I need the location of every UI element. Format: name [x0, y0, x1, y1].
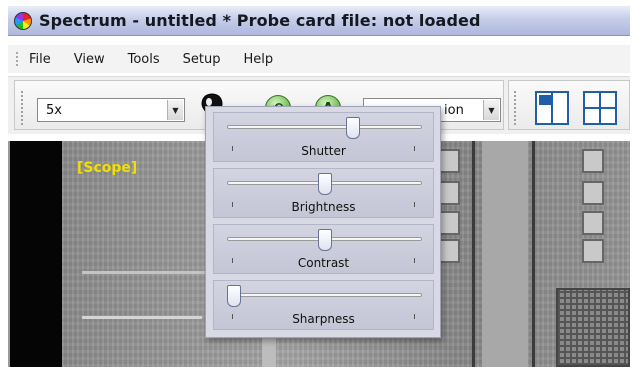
spectrum-logo-icon — [14, 11, 32, 30]
contrast-label: Contrast — [297, 256, 350, 270]
menu-grip-icon[interactable] — [16, 52, 19, 66]
menu-tools[interactable]: Tools — [128, 52, 171, 67]
title-bar: Spectrum - untitled * Probe card file: n… — [8, 6, 630, 36]
chevron-down-icon[interactable]: ▼ — [483, 100, 499, 120]
brightness-slider[interactable]: Brightness — [213, 168, 434, 218]
layout-quad-icon[interactable] — [583, 91, 617, 125]
slider-thumb[interactable] — [317, 229, 332, 251]
window-title: Spectrum - untitled * Probe card file: n… — [39, 11, 481, 30]
chevron-down-icon[interactable]: ▼ — [167, 100, 183, 120]
slider-thumb[interactable] — [317, 173, 332, 195]
menu-file[interactable]: File — [29, 52, 62, 67]
shutter-label: Shutter — [301, 144, 346, 158]
menu-view[interactable]: View — [74, 52, 116, 67]
sharpness-slider[interactable]: Sharpness — [213, 280, 434, 330]
slider-thumb[interactable] — [346, 117, 361, 139]
wafer-grid-pattern — [556, 288, 630, 367]
brightness-label: Brightness — [291, 200, 356, 214]
scope-black-border — [10, 141, 62, 367]
shutter-slider[interactable]: Shutter — [213, 112, 434, 162]
slider-track[interactable] — [227, 125, 422, 129]
menu-bar: File View Tools Setup Help — [8, 45, 630, 73]
toolbar-grip-icon[interactable] — [21, 91, 24, 125]
toolbar-grip-icon[interactable] — [514, 91, 517, 125]
slider-thumb[interactable] — [227, 285, 241, 307]
zoom-select-value: 5x — [46, 102, 62, 118]
scope-label: [Scope] — [77, 160, 138, 176]
image-settings-popup: Shutter Brightness Contrast Sharpness — [205, 106, 441, 338]
menu-help[interactable]: Help — [244, 52, 285, 67]
toolbar-group-layout — [508, 80, 630, 130]
camera-select-value: ion — [444, 102, 464, 118]
menu-setup[interactable]: Setup — [183, 52, 232, 67]
sharpness-label: Sharpness — [292, 312, 355, 326]
layout-split-icon[interactable] — [535, 91, 569, 125]
slider-track[interactable] — [227, 293, 422, 297]
zoom-select[interactable]: 5x ▼ — [37, 98, 185, 122]
contrast-slider[interactable]: Contrast — [213, 224, 434, 274]
